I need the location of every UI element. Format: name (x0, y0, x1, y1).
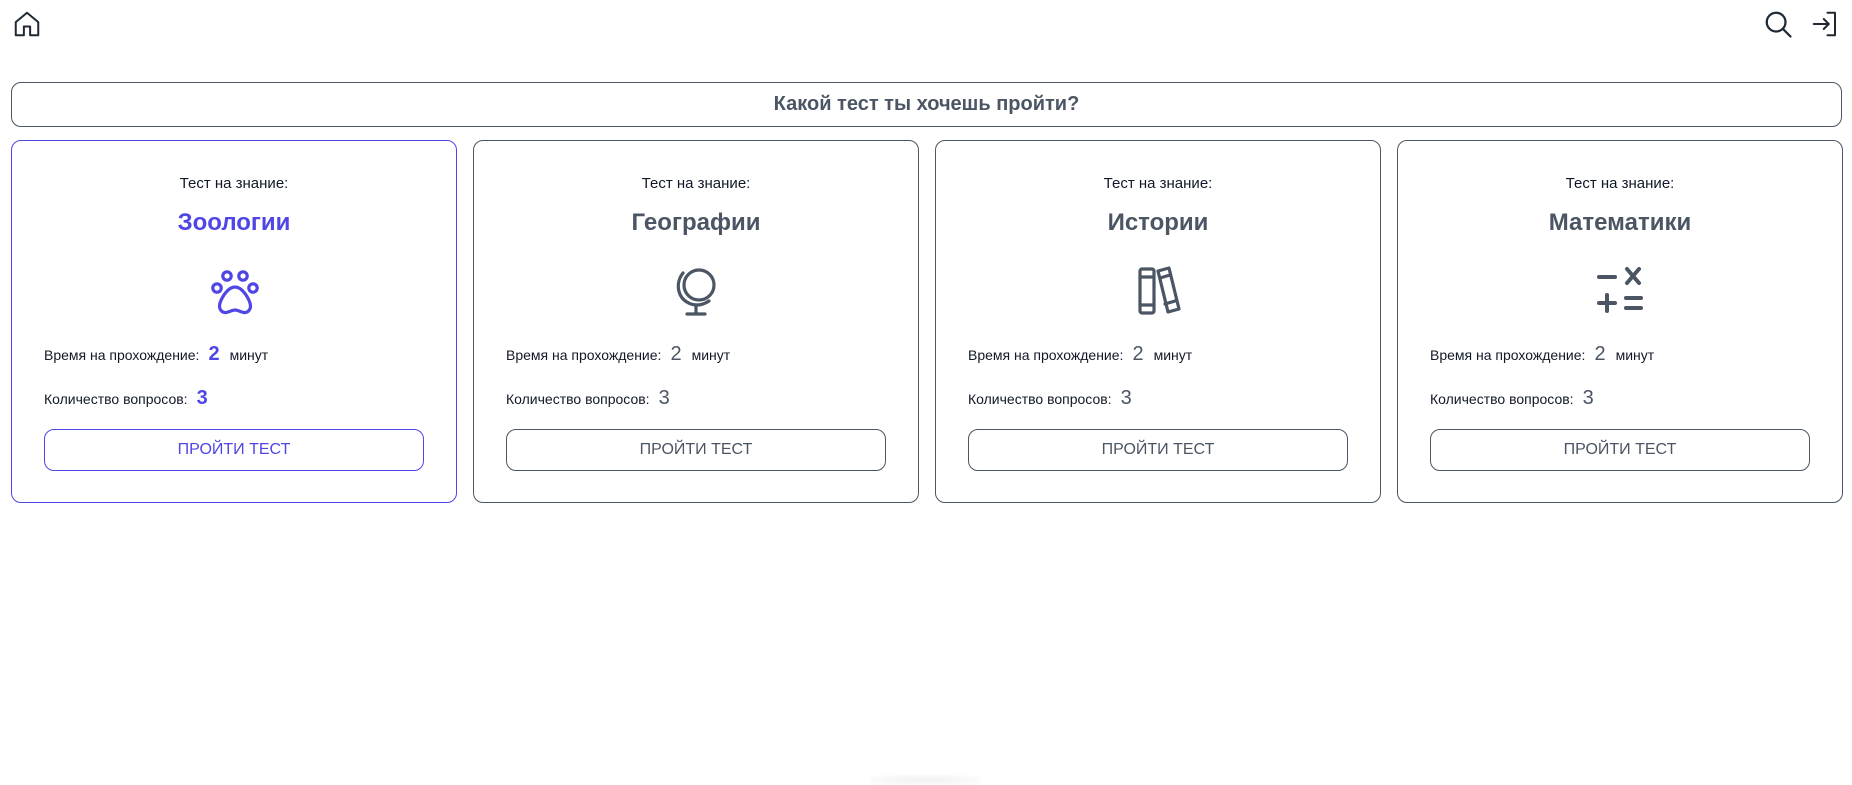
time-value: 2 (1594, 343, 1606, 365)
card-prefix: Тест на знание: (1103, 175, 1213, 192)
test-card-geography: Тест на знание: Географии Время на прохо… (473, 140, 919, 503)
search-icon[interactable] (1763, 9, 1793, 39)
count-row: Количество вопросов: 3 (44, 387, 218, 409)
test-card-history: Тест на знание: Истории Время на прохожд… (935, 140, 1381, 503)
count-label: Количество вопросов: (1430, 391, 1574, 407)
count-row: Количество вопросов: 3 (1430, 387, 1604, 409)
time-unit: минут (1153, 347, 1193, 363)
card-subject: Истории (1107, 209, 1209, 236)
time-row: Время на прохождение: 2 минут (44, 343, 268, 365)
start-test-button[interactable]: ПРОЙТИ ТЕСТ (44, 429, 424, 471)
time-unit: минут (691, 347, 731, 363)
card-prefix: Тест на знание: (1565, 175, 1675, 192)
count-label: Количество вопросов: (44, 391, 188, 407)
time-label: Время на прохождение: (968, 347, 1124, 363)
start-test-button[interactable]: ПРОЙТИ ТЕСТ (506, 429, 886, 471)
count-value: 3 (658, 387, 670, 409)
scroll-shadow (870, 775, 980, 785)
card-subject: Математики (1548, 209, 1692, 236)
count-label: Количество вопросов: (968, 391, 1112, 407)
start-test-button[interactable]: ПРОЙТИ ТЕСТ (1430, 429, 1810, 471)
count-row: Количество вопросов: 3 (506, 387, 680, 409)
top-bar (0, 0, 1852, 52)
time-unit: минут (229, 347, 269, 363)
time-row: Время на прохождение: 2 минут (1430, 343, 1654, 365)
math-operators-icon (1593, 263, 1649, 319)
count-value: 3 (1120, 387, 1132, 409)
home-icon[interactable] (12, 9, 42, 39)
test-card-zoology: Тест на знание: Зоологии Время на прохож… (11, 140, 457, 503)
question-banner: Какой тест ты хочешь пройти? (11, 82, 1842, 127)
count-value: 3 (196, 387, 208, 409)
count-value: 3 (1582, 387, 1594, 409)
card-prefix: Тест на знание: (179, 175, 289, 192)
time-value: 2 (1132, 343, 1144, 365)
time-row: Время на прохождение: 2 минут (968, 343, 1192, 365)
globe-icon (669, 263, 725, 319)
time-label: Время на прохождение: (506, 347, 662, 363)
card-subject: Зоологии (177, 209, 291, 236)
start-test-button[interactable]: ПРОЙТИ ТЕСТ (968, 429, 1348, 471)
card-subject: Географии (631, 209, 761, 236)
books-icon (1131, 263, 1187, 319)
login-icon[interactable] (1810, 9, 1840, 39)
card-prefix: Тест на знание: (641, 175, 751, 192)
time-unit: минут (1615, 347, 1655, 363)
time-value: 2 (208, 343, 220, 365)
time-row: Время на прохождение: 2 минут (506, 343, 730, 365)
time-label: Время на прохождение: (1430, 347, 1586, 363)
time-label: Время на прохождение: (44, 347, 200, 363)
test-card-math: Тест на знание: Математики Время на прох… (1397, 140, 1843, 503)
paw-icon (207, 263, 263, 319)
count-row: Количество вопросов: 3 (968, 387, 1142, 409)
time-value: 2 (670, 343, 682, 365)
count-label: Количество вопросов: (506, 391, 650, 407)
